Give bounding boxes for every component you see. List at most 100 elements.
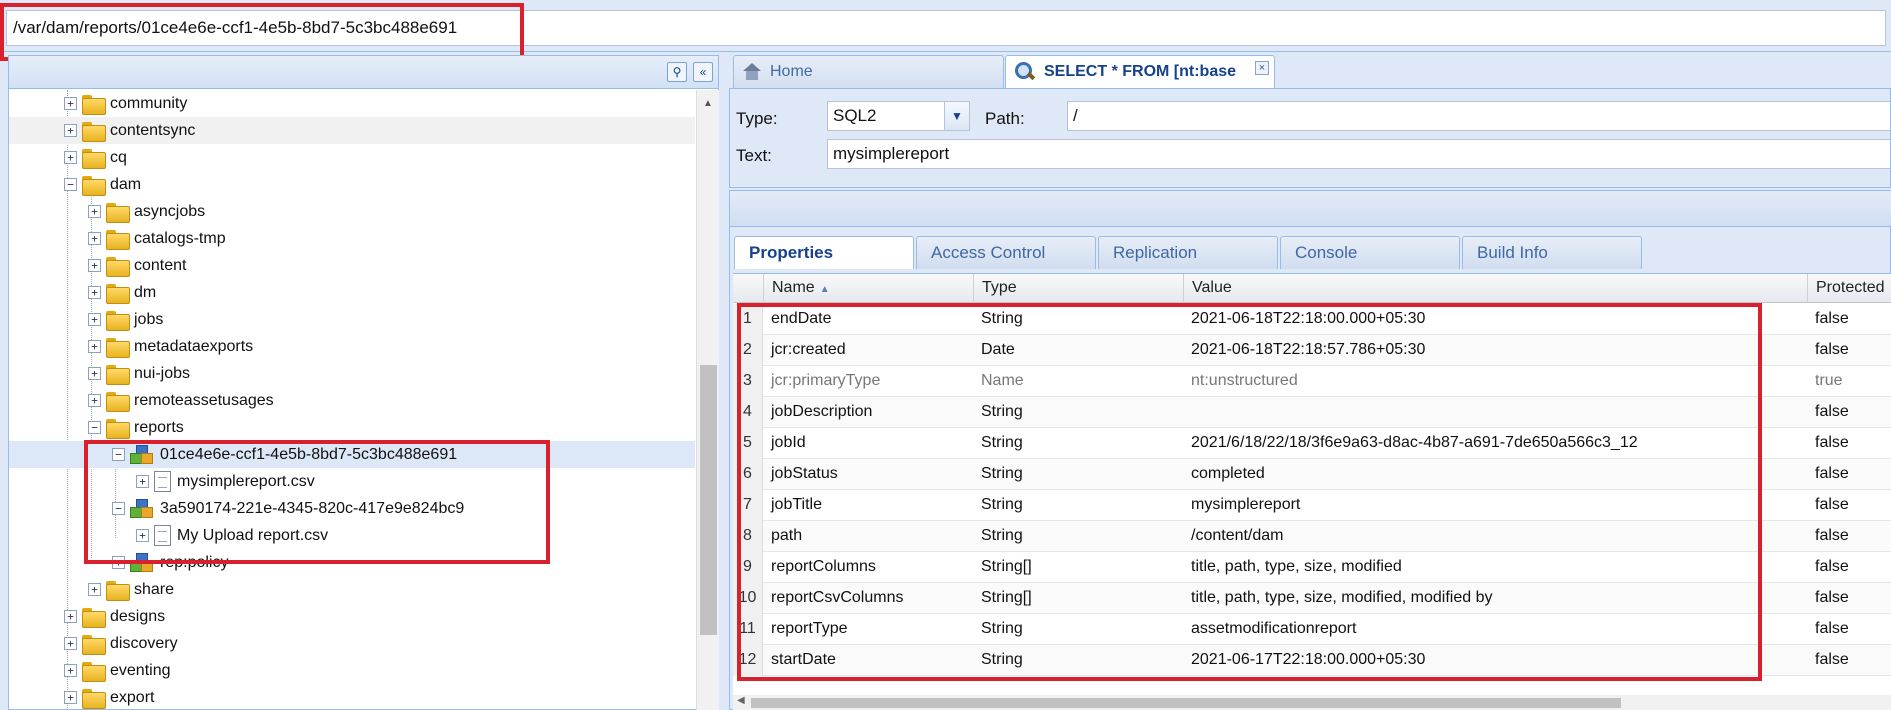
expand-icon[interactable]: + (64, 151, 77, 164)
expand-icon[interactable]: + (88, 340, 101, 353)
tree-item-metadataexports[interactable]: + metadataexports (9, 333, 695, 360)
expand-icon[interactable]: + (64, 97, 77, 110)
tree-item-my-upload-report-csv[interactable]: + My Upload report.csv (9, 522, 695, 549)
collapse-icon[interactable]: − (88, 421, 101, 434)
table-row[interactable]: 7 jobTitle String mysimplereport false (733, 490, 1891, 521)
column-header-value[interactable]: Value (1183, 274, 1807, 303)
column-header-type[interactable]: Type (973, 274, 1183, 303)
query-type-select[interactable]: SQL2 (827, 101, 945, 131)
expand-icon[interactable]: + (64, 691, 77, 704)
tree-item-share[interactable]: + share (9, 576, 695, 603)
tree-item-remoteassetusages[interactable]: + remoteassetusages (9, 387, 695, 414)
address-input[interactable]: /var/dam/reports/01ce4e6e-ccf1-4e5b-8bd7… (6, 10, 1886, 46)
tab-properties[interactable]: Properties (734, 236, 914, 269)
table-row[interactable]: 4 jobDescription String false (733, 397, 1891, 428)
table-row[interactable]: 12 startDate String 2021-06-17T22:18:00.… (733, 645, 1891, 676)
table-row[interactable]: 5 jobId String 2021/6/18/22/18/3f6e9a63-… (733, 428, 1891, 459)
table-row[interactable]: 8 path String /content/dam false (733, 521, 1891, 552)
tree-item-label: My Upload report.csv (177, 526, 329, 544)
tree-item-jobs[interactable]: + jobs (9, 306, 695, 333)
property-type: String[] (981, 558, 1032, 575)
scrollbar-thumb[interactable] (751, 698, 1621, 708)
column-header-name[interactable]: Name ▲ (763, 274, 973, 303)
tree-item-discovery[interactable]: + discovery (9, 630, 695, 657)
scroll-left-icon[interactable]: ◀ (737, 695, 745, 706)
tab-replication[interactable]: Replication (1098, 236, 1278, 269)
tree-item-designs[interactable]: + designs (9, 603, 695, 630)
row-number: 7 (733, 490, 763, 521)
expand-icon[interactable]: + (88, 367, 101, 380)
table-row[interactable]: 11 reportType String assetmodificationre… (733, 614, 1891, 645)
tree-item-community[interactable]: + community (9, 90, 695, 117)
table-row[interactable]: 6 jobStatus String completed false (733, 459, 1891, 490)
tab-access-control[interactable]: Access Control (916, 236, 1096, 269)
tree-item-report-node-selected[interactable]: − 01ce4e6e-ccf1-4e5b-8bd7-5c3bc488e691 (9, 441, 695, 468)
expand-icon[interactable]: + (88, 205, 101, 218)
folder-icon (106, 256, 130, 277)
tree-item-report-node[interactable]: − 3a590174-221e-4345-820c-417e9e824bc9 (9, 495, 695, 522)
scrollbar-thumb[interactable] (700, 365, 717, 635)
property-type: String (981, 403, 1023, 420)
tree-item-rep-policy[interactable]: + rep:policy (9, 549, 695, 576)
query-path-input[interactable]: / (1067, 101, 1890, 131)
tree-item-nui-jobs[interactable]: + nui-jobs (9, 360, 695, 387)
tab-label: Home (770, 63, 813, 80)
collapse-icon[interactable]: − (112, 448, 125, 461)
tab-console[interactable]: Console (1280, 236, 1460, 269)
folder-icon (82, 175, 106, 196)
property-protected: true (1815, 372, 1843, 389)
tree-item-export[interactable]: + export (9, 684, 695, 710)
tree-item-reports[interactable]: − reports (9, 414, 695, 441)
table-row[interactable]: 10 reportCsvColumns String[] title, path… (733, 583, 1891, 614)
expand-icon[interactable]: + (88, 583, 101, 596)
row-number: 2 (733, 335, 763, 366)
tree-item-mysimplereport-csv[interactable]: + mysimplereport.csv (9, 468, 695, 495)
property-type: String (981, 651, 1023, 668)
tab-query[interactable]: SELECT * FROM [nt:base (1005, 55, 1275, 88)
expand-icon[interactable]: + (64, 664, 77, 677)
property-type: Name (981, 372, 1024, 389)
node-icon (130, 552, 154, 573)
close-tab-icon[interactable]: × (1255, 61, 1269, 75)
binoculars-icon[interactable]: ⚲ (667, 62, 687, 82)
tree-item-contentsync[interactable]: + contentsync (9, 117, 695, 144)
expand-icon[interactable]: + (112, 556, 125, 569)
tree-item-dam[interactable]: − dam (9, 171, 695, 198)
chevron-down-icon[interactable]: ▼ (944, 101, 970, 131)
collapse-icon[interactable]: − (112, 502, 125, 515)
expand-icon[interactable]: + (136, 475, 149, 488)
grid-horizontal-scrollbar[interactable]: ◀ (733, 695, 1891, 710)
tree-item-eventing[interactable]: + eventing (9, 657, 695, 684)
tree-item-dm[interactable]: + dm (9, 279, 695, 306)
table-row[interactable]: 1 endDate String 2021-06-18T22:18:00.000… (733, 304, 1891, 335)
scroll-up-icon[interactable]: ▲ (703, 98, 713, 109)
expand-icon[interactable]: + (88, 313, 101, 326)
expand-icon[interactable]: + (88, 232, 101, 245)
expand-icon[interactable]: + (64, 124, 77, 137)
expand-icon[interactable]: + (88, 259, 101, 272)
expand-icon[interactable]: + (136, 529, 149, 542)
home-icon (742, 63, 762, 81)
table-row[interactable]: 2 jcr:created Date 2021-06-18T22:18:57.7… (733, 335, 1891, 366)
query-text-input[interactable]: mysimplereport (827, 139, 1890, 169)
collapse-panel-button[interactable]: « (693, 62, 713, 82)
expand-icon[interactable]: + (88, 394, 101, 407)
tab-build-info[interactable]: Build Info (1462, 236, 1642, 269)
table-row[interactable]: 3 jcr:primaryType Name nt:unstructured t… (733, 366, 1891, 397)
file-icon (154, 525, 171, 546)
tree-item-content[interactable]: + content (9, 252, 695, 279)
expand-icon[interactable]: + (88, 286, 101, 299)
tree-scrollbar[interactable]: ▲ (696, 90, 719, 710)
expand-icon[interactable]: + (64, 637, 77, 650)
collapse-icon[interactable]: − (64, 178, 77, 191)
tab-home[interactable]: Home (733, 55, 1004, 88)
table-row[interactable]: 9 reportColumns String[] title, path, ty… (733, 552, 1891, 583)
column-header-protected[interactable]: Protected (1807, 274, 1891, 303)
row-number: 12 (733, 645, 763, 676)
expand-icon[interactable]: + (64, 610, 77, 623)
property-protected: false (1815, 620, 1849, 637)
folder-icon (106, 337, 130, 358)
tree-item-asyncjobs[interactable]: + asyncjobs (9, 198, 695, 225)
tree-item-catalogs-tmp[interactable]: + catalogs-tmp (9, 225, 695, 252)
tree-item-cq[interactable]: + cq (9, 144, 695, 171)
